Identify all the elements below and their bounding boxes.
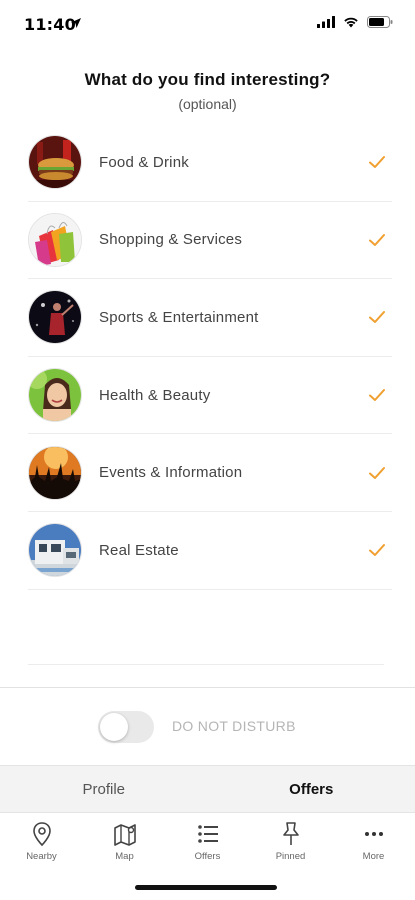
tab-label: More [362,851,385,862]
tab-pinned[interactable]: Pinned [249,814,332,870]
tab-label: Pinned [275,851,306,862]
signal-icon [317,16,335,28]
map-icon [113,824,136,846]
do-not-disturb-row: DO NOT DISTURB [0,687,415,763]
tab-label: Offers [194,851,221,862]
category-label: Real Estate [99,541,179,559]
checkmark-icon [369,233,385,246]
tab-label: Nearby [26,851,57,862]
page-title: What do you find interesting? [84,70,331,89]
category-item-events-information[interactable]: Events & Information [28,434,392,512]
category-label: Health & Beauty [99,386,211,404]
shopping-bags-photo [28,212,82,267]
checkmark-icon [369,389,385,402]
toggle-knob [100,713,128,741]
category-item-sports-entertainment[interactable]: Sports & Entertainment [28,279,392,357]
battery-icon [367,16,393,28]
category-item-shopping-services[interactable]: Shopping & Services [28,202,392,280]
list-icon [197,825,218,843]
profile-segment-button[interactable]: Profile [0,766,208,812]
wifi-icon [344,17,358,28]
smiling-woman-photo [28,368,82,423]
location-pin-icon [32,822,51,847]
status-time: 11:40 [24,15,76,34]
category-label: Sports & Entertainment [99,308,259,326]
checkmark-icon [369,311,385,324]
tab-label: Map [115,851,134,862]
do-not-disturb-toggle[interactable] [98,711,154,743]
tab-map[interactable]: Map [83,814,166,870]
do-not-disturb-label: DO NOT DISTURB [172,718,296,734]
checkmark-icon [369,466,385,479]
list-divider [28,664,384,665]
status-bar: 11:40 [0,0,415,50]
bottom-tab-bar: Nearby Map Offers Pinned More [0,814,415,870]
modern-building-photo [28,523,82,578]
concert-crowd-photo [28,445,82,500]
category-label: Shopping & Services [99,231,243,249]
category-label: Events & Information [99,464,243,482]
offers-segment-button[interactable]: Offers [208,766,415,812]
category-item-health-beauty[interactable]: Health & Beauty [28,357,392,435]
category-list: Food & Drink Shopping & Services Sports … [28,124,392,590]
category-item-real-estate[interactable]: Real Estate [28,512,392,590]
checkmark-icon [369,156,385,169]
tab-offers[interactable]: Offers [166,814,249,870]
pushpin-icon [282,822,299,845]
status-icons [317,16,393,28]
burger-photo [28,135,82,190]
tab-more[interactable]: More [332,814,415,870]
category-item-food-drink[interactable]: Food & Drink [28,124,392,202]
interests-header: What do you find interesting? (optional) [0,70,415,112]
more-dots-icon [364,832,383,836]
location-arrow-icon [71,18,81,28]
checkmark-icon [369,544,385,557]
page-subtitle: (optional) [178,96,237,112]
home-indicator[interactable] [135,885,277,890]
stage-performer-photo [28,290,82,345]
profile-offers-segment: Profile Offers [0,765,415,813]
tab-nearby[interactable]: Nearby [0,814,83,870]
category-label: Food & Drink [99,153,189,171]
